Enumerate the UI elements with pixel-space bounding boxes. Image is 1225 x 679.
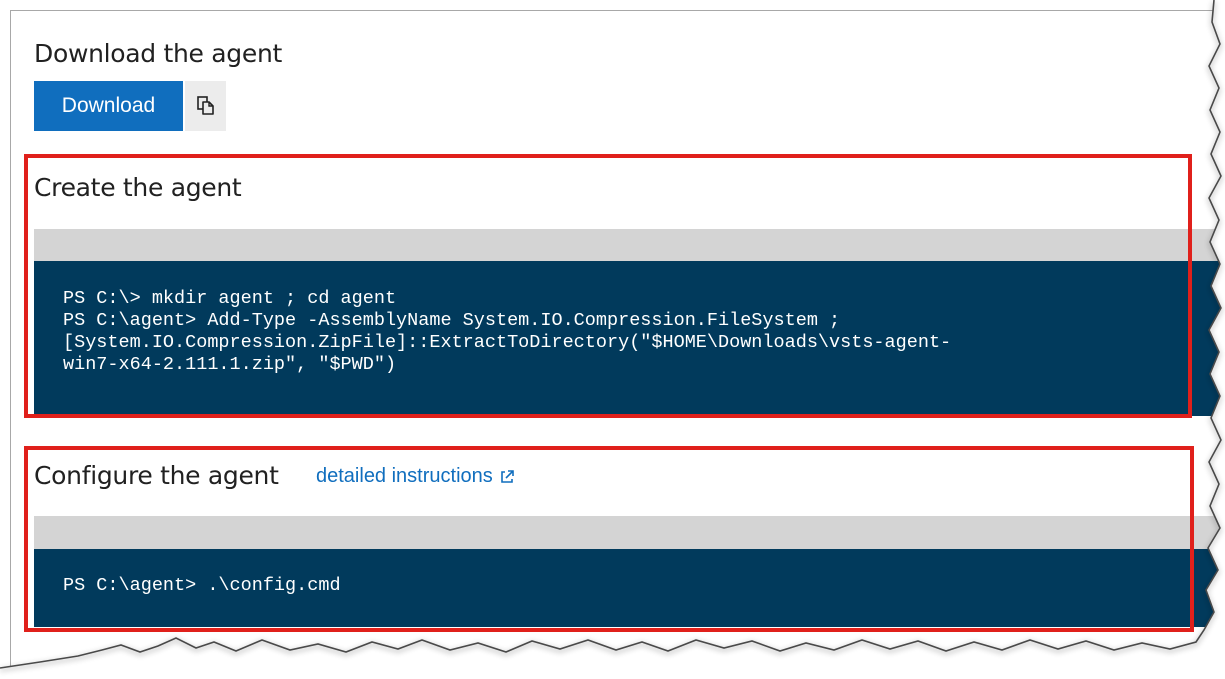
external-link-icon bbox=[499, 469, 515, 485]
code-line: PS C:\agent> .\config.cmd bbox=[63, 575, 341, 596]
configure-code-block[interactable]: PS C:\agent> .\config.cmd bbox=[34, 549, 1224, 627]
code-line: [System.IO.Compression.ZipFile]::Extract… bbox=[63, 332, 952, 353]
code-line: PS C:\agent> Add-Type -AssemblyName Syst… bbox=[63, 310, 841, 331]
code-line: PS C:\> mkdir agent ; cd agent bbox=[63, 288, 397, 309]
create-code-header bbox=[34, 229, 1224, 261]
download-section-title: Download the agent bbox=[34, 39, 283, 68]
code-line: win7-x64-2.111.1.zip", "$PWD") bbox=[63, 354, 397, 375]
configure-section-title: Configure the agent bbox=[34, 461, 279, 490]
detailed-instructions-label: detailed instructions bbox=[316, 465, 493, 487]
copy-icon bbox=[196, 96, 215, 116]
configure-code-header bbox=[34, 516, 1224, 549]
detailed-instructions-link[interactable]: detailed instructions bbox=[316, 465, 515, 488]
create-section-title: Create the agent bbox=[34, 173, 242, 202]
create-code-block[interactable]: PS C:\> mkdir agent ; cd agent PS C:\age… bbox=[34, 261, 1224, 416]
download-button[interactable]: Download bbox=[34, 81, 183, 131]
page: Download the agent Download Create the a… bbox=[0, 0, 1225, 679]
copy-button[interactable] bbox=[185, 81, 226, 131]
